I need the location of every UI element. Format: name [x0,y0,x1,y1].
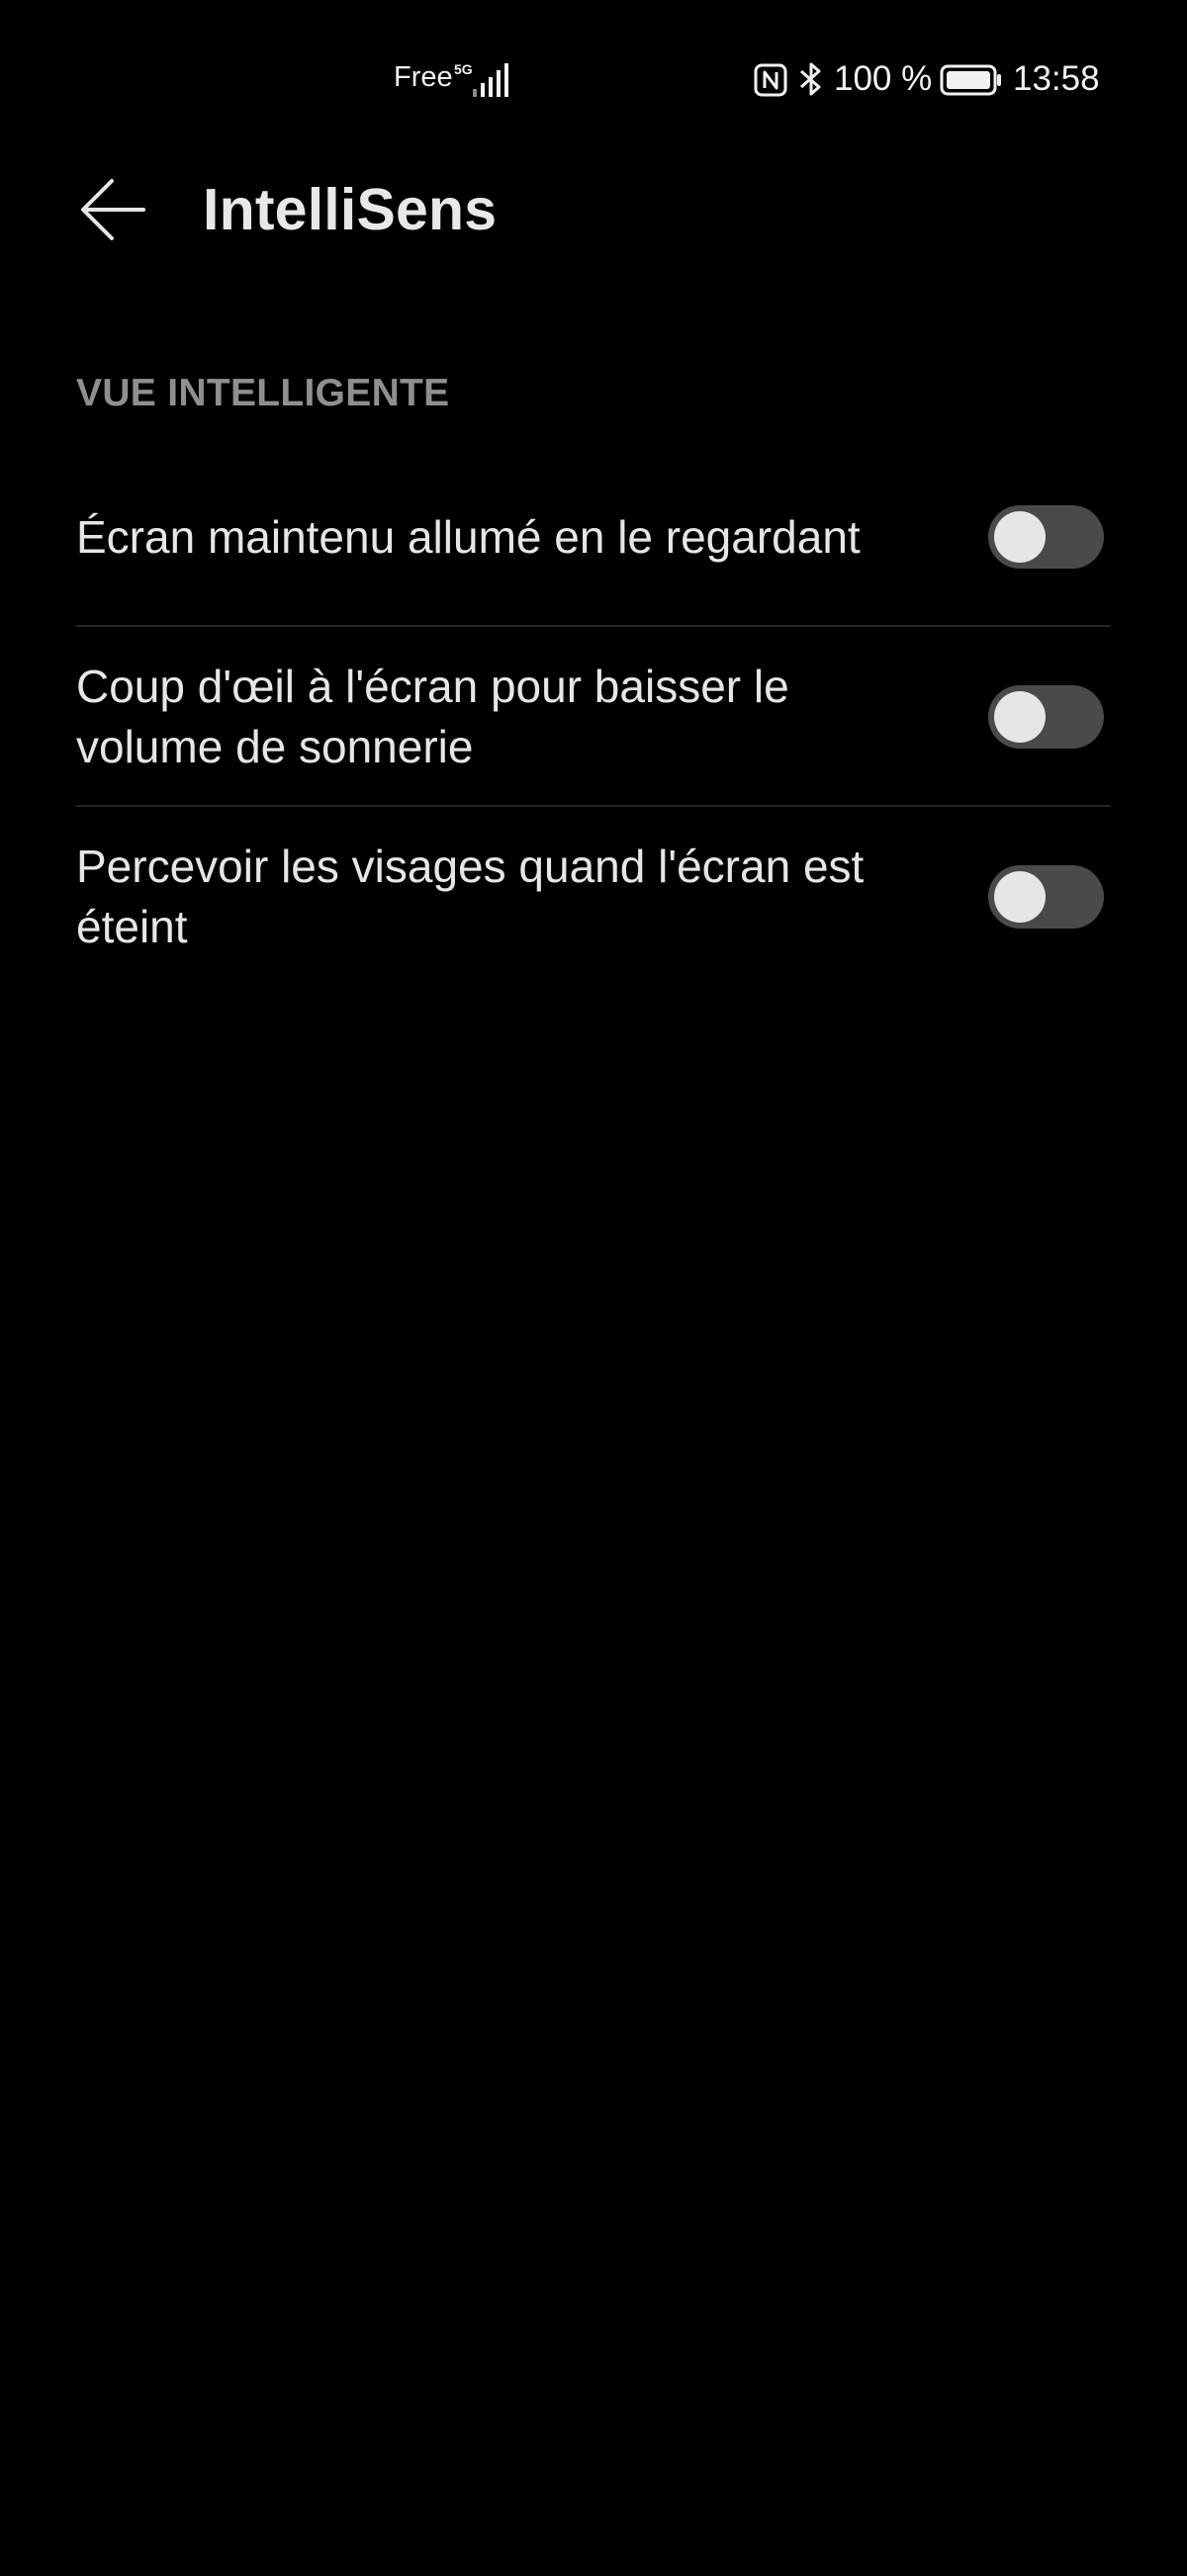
setting-screen-on-while-looking[interactable]: Écran maintenu allumé en le regardant [76,447,1111,627]
section-header: VUE INTELLIGENTE [76,372,450,414]
status-bar: Free 5G 100 % 13:58 [0,0,1187,158]
battery-percentage: 100 % [834,59,933,98]
signal-icon [473,63,508,97]
clock: 13:58 [1013,59,1100,98]
nfc-icon [754,63,787,97]
battery-icon [940,64,1001,96]
arrow-left-icon [81,179,145,240]
carrier-name: Free [394,61,453,93]
screen-on-toggle[interactable] [988,505,1104,569]
toggle-knob [994,871,1046,923]
toggle-knob [994,511,1046,563]
face-detect-toggle[interactable] [988,865,1104,929]
toggle-knob [994,691,1046,743]
back-button[interactable] [65,162,160,257]
glance-volume-toggle[interactable] [988,685,1104,749]
setting-face-detect-screen-off[interactable]: Percevoir les visages quand l'écran est … [76,807,1111,987]
bluetooth-icon [800,62,821,96]
setting-label: Écran maintenu allumé en le regardant [76,510,861,563]
setting-label: Coup d'œil à l'écran pour baisser le vol… [76,661,789,772]
network-type: 5G [454,61,473,77]
settings-list: Écran maintenu allumé en le regardant Co… [76,447,1111,987]
setting-label: Percevoir les visages quand l'écran est … [76,841,865,952]
setting-glance-lower-volume[interactable]: Coup d'œil à l'écran pour baisser le vol… [76,627,1111,807]
page-title: IntelliSens [203,177,498,242]
